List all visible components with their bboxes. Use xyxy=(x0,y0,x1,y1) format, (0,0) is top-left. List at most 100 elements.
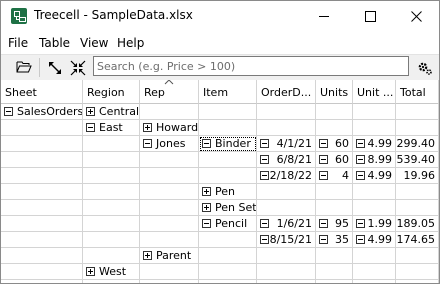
cell-total[interactable] xyxy=(396,248,439,264)
cell-date[interactable] xyxy=(257,120,316,136)
cell-units[interactable]: 60 xyxy=(316,152,353,168)
cell-date[interactable]: 8/15/21 xyxy=(257,232,316,248)
table-row[interactable]: Jones Binder 4/1/21 60 4.99 299.40 xyxy=(1,136,439,152)
cell-item[interactable] xyxy=(199,120,257,136)
minimize-button[interactable] xyxy=(301,1,347,31)
table-row[interactable]: Pen Set xyxy=(1,200,439,216)
cell-rep[interactable] xyxy=(140,168,199,184)
cell-total[interactable]: 189.05 xyxy=(396,216,439,232)
cell-units[interactable]: 95 xyxy=(316,216,353,232)
cell-rep[interactable] xyxy=(140,232,199,248)
column-header-total[interactable]: Total xyxy=(396,80,439,104)
cell-region[interactable] xyxy=(83,184,140,200)
menu-help[interactable]: Help xyxy=(117,36,144,50)
cell-rep[interactable] xyxy=(140,184,199,200)
cell-sheet[interactable] xyxy=(1,248,83,264)
cell-total[interactable] xyxy=(396,104,439,120)
cell-date[interactable]: 1/6/21 xyxy=(257,216,316,232)
cell-sheet[interactable] xyxy=(1,184,83,200)
cell-unit-cost[interactable]: 4.99 xyxy=(353,232,396,248)
cell-item[interactable]: Pen xyxy=(199,184,257,200)
collapse-node-icon[interactable] xyxy=(143,139,152,148)
cell-units[interactable] xyxy=(316,248,353,264)
cell-sheet[interactable] xyxy=(1,216,83,232)
table-row[interactable] xyxy=(1,280,439,283)
cell-unit-cost[interactable]: 4.99 xyxy=(353,136,396,152)
cell-item[interactable] xyxy=(199,104,257,120)
cell-unit-cost[interactable]: 8.99 xyxy=(353,152,396,168)
table-row[interactable]: Parent xyxy=(1,248,439,264)
cell-date[interactable]: 4/1/21 xyxy=(257,136,316,152)
cell-total[interactable] xyxy=(396,120,439,136)
cell-sheet[interactable] xyxy=(1,232,83,248)
cell-rep[interactable] xyxy=(140,200,199,216)
cell-total[interactable] xyxy=(396,200,439,216)
cell-item[interactable] xyxy=(199,264,257,280)
tree-grid[interactable]: Sheet Region Rep Item OrderD... Units Un… xyxy=(1,80,439,283)
cell-sheet[interactable]: SalesOrders xyxy=(1,104,83,120)
collapse-node-icon[interactable] xyxy=(319,139,328,148)
collapse-node-icon[interactable] xyxy=(319,219,328,228)
collapse-node-icon[interactable] xyxy=(86,123,95,132)
table-row[interactable]: 2/18/22 4 4.99 19.96 xyxy=(1,168,439,184)
cell-unit-cost[interactable] xyxy=(353,104,396,120)
expand-node-icon[interactable] xyxy=(143,123,152,132)
cell-units[interactable] xyxy=(316,264,353,280)
collapse-node-icon[interactable] xyxy=(356,139,365,148)
collapse-node-icon[interactable] xyxy=(202,139,211,148)
cell-units[interactable]: 4 xyxy=(316,168,353,184)
settings-button[interactable] xyxy=(414,57,436,78)
cell-units[interactable] xyxy=(316,184,353,200)
cell-sheet[interactable] xyxy=(1,200,83,216)
cell-date[interactable]: 6/8/21 xyxy=(257,152,316,168)
column-header-units[interactable]: Units xyxy=(316,80,353,104)
expand-node-icon[interactable] xyxy=(143,251,152,260)
cell-region[interactable] xyxy=(83,136,140,152)
collapse-all-button[interactable] xyxy=(67,57,89,78)
cell-sheet[interactable] xyxy=(1,120,83,136)
cell-rep[interactable] xyxy=(140,264,199,280)
cell-region[interactable] xyxy=(83,168,140,184)
maximize-button[interactable] xyxy=(347,1,393,31)
collapse-node-icon[interactable] xyxy=(260,235,269,244)
cell-sheet[interactable] xyxy=(1,152,83,168)
column-header-region[interactable]: Region xyxy=(83,80,140,104)
expand-node-icon[interactable] xyxy=(86,107,95,116)
cell-sheet[interactable] xyxy=(1,168,83,184)
close-button[interactable] xyxy=(393,1,439,31)
collapse-node-icon[interactable] xyxy=(319,155,328,164)
column-header-sheet[interactable]: Sheet xyxy=(1,80,83,104)
table-row[interactable]: West xyxy=(1,264,439,280)
cell-region[interactable]: Central xyxy=(83,104,140,120)
cell-rep[interactable] xyxy=(140,152,199,168)
cell-region[interactable] xyxy=(83,248,140,264)
collapse-node-icon[interactable] xyxy=(260,139,269,148)
cell-unit-cost[interactable] xyxy=(353,264,396,280)
cell-total[interactable] xyxy=(396,184,439,200)
cell-unit-cost[interactable]: 1.99 xyxy=(353,216,396,232)
collapse-node-icon[interactable] xyxy=(356,219,365,228)
cell-date[interactable] xyxy=(257,248,316,264)
collapse-node-icon[interactable] xyxy=(260,219,269,228)
cell-date[interactable] xyxy=(257,264,316,280)
cell-date[interactable] xyxy=(257,280,316,283)
collapse-node-icon[interactable] xyxy=(4,107,13,116)
cell-unit-cost[interactable] xyxy=(353,184,396,200)
cell-units[interactable] xyxy=(316,280,353,283)
cell-total[interactable] xyxy=(396,264,439,280)
cell-units[interactable]: 60 xyxy=(316,136,353,152)
menu-view[interactable]: View xyxy=(80,36,108,50)
expand-node-icon[interactable] xyxy=(86,267,95,276)
table-row[interactable]: Pencil 1/6/21 95 1.99 189.05 xyxy=(1,216,439,232)
title-bar[interactable]: Treecell - SampleData.xlsx xyxy=(1,1,439,31)
collapse-node-icon[interactable] xyxy=(202,219,211,228)
cell-item[interactable] xyxy=(199,248,257,264)
cell-date[interactable] xyxy=(257,184,316,200)
cell-total[interactable]: 539.40 xyxy=(396,152,439,168)
cell-rep[interactable] xyxy=(140,104,199,120)
collapse-node-icon[interactable] xyxy=(356,155,365,164)
collapse-node-icon[interactable] xyxy=(260,171,269,180)
cell-unit-cost[interactable] xyxy=(353,120,396,136)
cell-sheet[interactable] xyxy=(1,280,83,283)
cell-region[interactable] xyxy=(83,200,140,216)
